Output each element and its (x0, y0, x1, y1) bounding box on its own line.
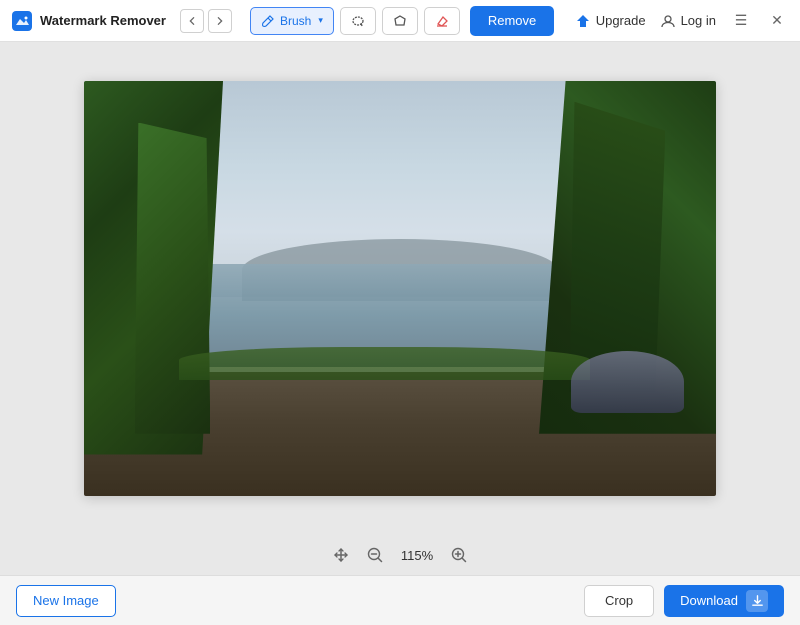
app-logo-icon (12, 11, 32, 31)
image-canvas[interactable] (84, 81, 716, 496)
download-button[interactable]: Download (664, 585, 784, 617)
bottombar: New Image Crop Download (0, 575, 800, 625)
download-icon (746, 590, 768, 612)
grass-mid-layer (179, 347, 590, 380)
upgrade-button[interactable]: Upgrade (575, 13, 646, 29)
zoom-out-icon[interactable] (364, 544, 386, 566)
tree-right-2-layer (564, 102, 665, 393)
login-button[interactable]: Log in (660, 13, 716, 29)
photo (84, 81, 716, 496)
close-button[interactable]: ✕ (766, 10, 788, 32)
nav-buttons (180, 9, 232, 33)
polygon-tool-button[interactable] (382, 7, 418, 35)
tools-group: Brush ▾ (250, 6, 554, 36)
titlebar-right: Upgrade Log in ☰ ✕ (575, 10, 788, 32)
eraser-tool-button[interactable] (424, 7, 460, 35)
bottom-right-actions: Crop Download (584, 585, 784, 617)
brush-tool-label: Brush (280, 14, 311, 28)
zoom-in-icon[interactable] (448, 544, 470, 566)
eraser-icon (435, 14, 449, 28)
crop-button[interactable]: Crop (584, 585, 654, 617)
brush-icon (261, 14, 275, 28)
remove-button[interactable]: Remove (470, 6, 554, 36)
polygon-icon (393, 14, 407, 28)
user-icon (660, 13, 676, 29)
upgrade-icon (575, 13, 591, 29)
app-title: Watermark Remover (40, 13, 166, 28)
pan-icon[interactable] (330, 544, 352, 566)
new-image-button[interactable]: New Image (16, 585, 116, 617)
zoom-bar: 115% (0, 535, 800, 575)
brush-dropdown-arrow: ▾ (318, 15, 323, 26)
brush-tool-button[interactable]: Brush ▾ (250, 7, 334, 35)
titlebar: Watermark Remover Brush ▾ (0, 0, 800, 42)
tree-left-2-layer (135, 123, 211, 434)
lasso-icon (351, 14, 365, 28)
main-canvas-area (0, 42, 800, 535)
zoom-level: 115% (398, 548, 436, 563)
nav-back-button[interactable] (180, 9, 204, 33)
bush-right-layer (571, 351, 685, 413)
menu-button[interactable]: ☰ (730, 10, 752, 32)
titlebar-left: Watermark Remover Brush ▾ (12, 6, 554, 36)
nav-forward-button[interactable] (208, 9, 232, 33)
lasso-tool-button[interactable] (340, 7, 376, 35)
